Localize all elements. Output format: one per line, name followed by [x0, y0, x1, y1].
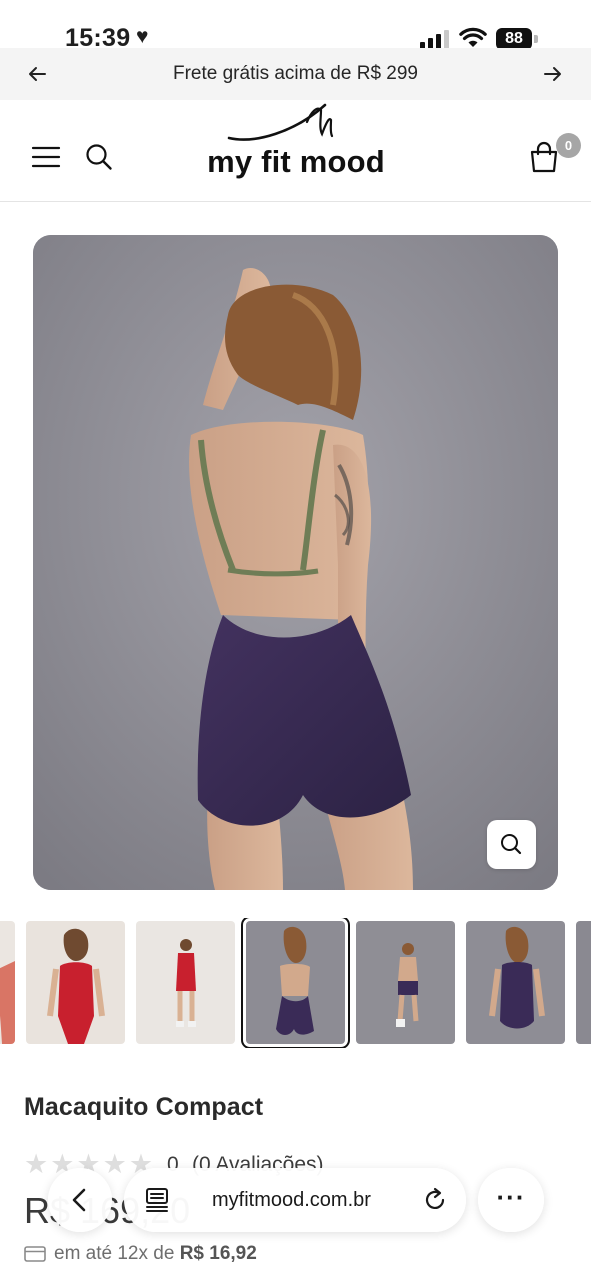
more-options-button[interactable]: ···: [478, 1168, 544, 1232]
browser-back-button[interactable]: [48, 1168, 112, 1232]
reader-mode-icon[interactable]: [146, 1188, 168, 1212]
status-bar: 15:39 ♥ 88: [0, 0, 591, 52]
product-photo-illustration: [33, 235, 558, 890]
installments-label: em até 12x de: [54, 1243, 175, 1264]
zoom-button[interactable]: [487, 820, 536, 869]
thumbnail-2[interactable]: [26, 921, 125, 1044]
thumbnail-strip: [0, 918, 591, 1048]
site-header: my fit mood 0: [0, 100, 591, 202]
product-main-image[interactable]: [33, 235, 558, 890]
thumbnail-3[interactable]: [136, 921, 235, 1044]
thumbnail-7[interactable]: [576, 921, 591, 1044]
more-dots-icon: ···: [496, 1182, 526, 1212]
site-logo[interactable]: my fit mood: [195, 100, 397, 190]
reload-icon[interactable]: [422, 1187, 448, 1213]
thumbnail-6[interactable]: [466, 921, 565, 1044]
address-bar[interactable]: myfitmood.com.br: [124, 1168, 466, 1232]
thumbnail-5[interactable]: [356, 921, 455, 1044]
installments-value: R$ 16,92: [179, 1243, 257, 1264]
cellular-signal-icon: [420, 30, 449, 49]
product-title: Macaquito Compact: [24, 1093, 264, 1121]
announcement-text: Frete grátis acima de R$ 299: [172, 63, 418, 84]
thumbnail-1[interactable]: [0, 921, 15, 1044]
installments-text: em até 12x de R$ 16,92: [54, 1243, 257, 1265]
arrow-right-icon[interactable]: [541, 62, 565, 86]
logo-wordmark: my fit mood: [207, 144, 385, 179]
cart-count-badge: 0: [556, 133, 581, 158]
credit-card-icon: [24, 1246, 46, 1262]
hamburger-menu-icon[interactable]: [31, 144, 61, 170]
heart-icon: ♥: [136, 25, 149, 48]
wifi-icon: [459, 27, 487, 47]
search-icon[interactable]: [84, 142, 114, 172]
logo-swoosh-icon: [227, 103, 334, 141]
battery-tip: [534, 35, 538, 43]
battery-icon: 88: [496, 28, 532, 50]
zoom-icon: [501, 834, 522, 855]
thumbnail-4[interactable]: [241, 918, 350, 1048]
url-text: myfitmood.com.br: [212, 1189, 371, 1211]
announcement-bar: Frete grátis acima de R$ 299: [0, 48, 591, 100]
chevron-left-icon: [72, 1188, 86, 1212]
